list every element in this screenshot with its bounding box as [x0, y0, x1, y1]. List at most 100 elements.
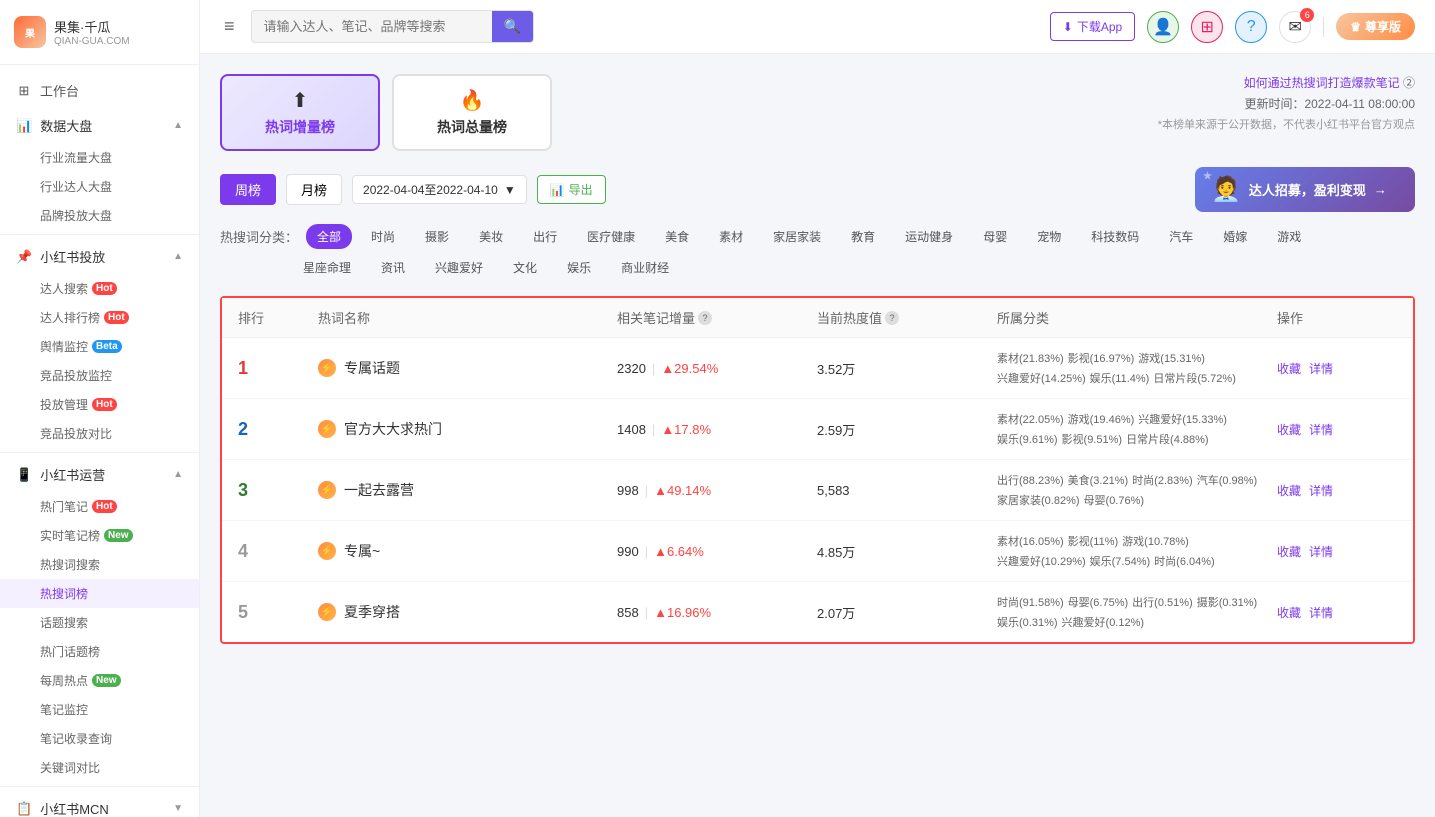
cat-fashion[interactable]: 时尚 [360, 224, 406, 249]
vip-button[interactable]: ♛ 尊享版 [1336, 13, 1415, 40]
logo-icon: 果 [14, 16, 46, 48]
sidebar-item-kol-rank[interactable]: 达人排行榜 Hot [0, 303, 199, 332]
mail-icon-btn[interactable]: ✉ 6 [1279, 11, 1311, 43]
col-keyword: 热词名称 [318, 308, 617, 327]
cat-beauty[interactable]: 美妆 [468, 224, 514, 249]
keyword-text[interactable]: 专属话题 [344, 358, 400, 378]
sidebar-item-keyword-compare[interactable]: 关键词对比 [0, 753, 199, 782]
cat-hobby[interactable]: 兴趣爱好 [424, 255, 494, 280]
sidebar-item-weekly-hot[interactable]: 每周热点 New [0, 666, 199, 695]
sidebar-item-industry-kol[interactable]: 行业达人大盘 [0, 172, 199, 201]
download-icon: ⬇ [1063, 20, 1073, 34]
cat-entertain[interactable]: 娱乐 [556, 255, 602, 280]
tab-hot-total[interactable]: 🔥 热词总量榜 [392, 74, 552, 151]
apps-icon-btn[interactable]: ⊞ [1191, 11, 1223, 43]
search-button[interactable]: 🔍 [492, 11, 533, 42]
sidebar-item-hot-search[interactable]: 热搜词搜索 [0, 550, 199, 579]
keyword-icon: ⚡ [318, 603, 336, 621]
sidebar-item-hot-topic[interactable]: 热门话题榜 [0, 637, 199, 666]
date-range-select[interactable]: 2022-04-04至2022-04-10 ▼ [352, 175, 527, 204]
sidebar: 果 果集·千瓜 QIAN-GUA.COM ⊞ 工作台 📊 数据大盘 ▲ 行业流量… [0, 0, 200, 817]
collect-btn[interactable]: 收藏 [1277, 604, 1301, 621]
keyword-text[interactable]: 专属~ [344, 541, 380, 561]
cat-news[interactable]: 资讯 [370, 255, 416, 280]
cat-all[interactable]: 全部 [306, 224, 352, 249]
keyword-icon: ⚡ [318, 359, 336, 377]
collect-btn[interactable]: 收藏 [1277, 360, 1301, 377]
sidebar-item-hot-note[interactable]: 热门笔记 Hot [0, 492, 199, 521]
sidebar-item-realtime-note[interactable]: 实时笔记榜 New [0, 521, 199, 550]
sidebar-item-xhs-mcn[interactable]: 📋 小红书MCN ▼ [0, 791, 199, 817]
page-content: ⬆ 热词增量榜 🔥 热词总量榜 如何通过热搜词打造爆款笔记 ② 更新时间：202… [200, 54, 1435, 817]
cat-health[interactable]: 医疗健康 [576, 224, 646, 249]
sidebar-item-sentiment[interactable]: 舆情监控 Beta [0, 332, 199, 361]
detail-btn[interactable]: 详情 [1309, 421, 1333, 438]
keyword-text[interactable]: 夏季穿搭 [344, 602, 400, 622]
cat-pet[interactable]: 宠物 [1026, 224, 1072, 249]
collect-btn[interactable]: 收藏 [1277, 482, 1301, 499]
tags-cell: 出行(88.23%) 美食(3.21%) 时尚(2.83%) 汽车(0.98%)… [997, 472, 1277, 508]
crown-icon: ♛ [1350, 20, 1361, 34]
cat-tech[interactable]: 科技数码 [1080, 224, 1150, 249]
detail-btn[interactable]: 详情 [1309, 543, 1333, 560]
help-link[interactable]: 如何通过热搜词打造爆款笔记 [1244, 76, 1400, 90]
export-button[interactable]: 📊 导出 [537, 175, 606, 204]
period-month-btn[interactable]: 月榜 [286, 174, 342, 205]
cat-business[interactable]: 商业财经 [610, 255, 680, 280]
tab-hot-increase[interactable]: ⬆ 热词增量榜 [220, 74, 380, 151]
sidebar-item-topic-search[interactable]: 话题搜索 [0, 608, 199, 637]
sidebar-item-xhs-ops[interactable]: 📱 小红书运营 ▲ [0, 457, 199, 492]
new-badge: New [104, 529, 133, 542]
sidebar-item-hot-search-rank[interactable]: 热搜词榜 [0, 579, 199, 608]
search-input[interactable] [252, 13, 492, 40]
promo-banner[interactable]: 🧑‍💼 达人招募，盈利变现 → [1195, 167, 1415, 212]
table-row: 2 ⚡ 官方大大求热门 1408 | ▲17.8% 2.59万 素材(22.05… [222, 399, 1413, 460]
sidebar-item-note-collection[interactable]: 笔记收录查询 [0, 724, 199, 753]
keyword-icon: ⚡ [318, 481, 336, 499]
hamburger-btn[interactable]: ≡ [220, 12, 239, 41]
rank-number: 1 [238, 358, 318, 379]
keyword-text[interactable]: 一起去露营 [344, 480, 414, 500]
sidebar-item-kol-search[interactable]: 达人搜索 Hot [0, 274, 199, 303]
help-icon-btn[interactable]: ? [1235, 11, 1267, 43]
detail-btn[interactable]: 详情 [1309, 360, 1333, 377]
download-app-button[interactable]: ⬇ 下载App [1050, 12, 1135, 41]
collect-btn[interactable]: 收藏 [1277, 421, 1301, 438]
sidebar-item-note-monitor[interactable]: 笔记监控 [0, 695, 199, 724]
table-row: 1 ⚡ 专属话题 2320 | ▲29.54% 3.52万 素材(21.83%)… [222, 338, 1413, 399]
detail-btn[interactable]: 详情 [1309, 482, 1333, 499]
cat-photo[interactable]: 摄影 [414, 224, 460, 249]
heat-help-icon[interactable]: ? [885, 311, 899, 325]
cat-game[interactable]: 游戏 [1266, 224, 1312, 249]
cat-home[interactable]: 家居家装 [762, 224, 832, 249]
cat-material[interactable]: 素材 [708, 224, 754, 249]
category-row2: 星座命理 资讯 兴趣爱好 文化 娱乐 商业财经 [220, 255, 1415, 280]
hot-badge: Hot [92, 500, 117, 513]
cat-travel[interactable]: 出行 [522, 224, 568, 249]
sidebar-item-xhs-invest[interactable]: 📌 小红书投放 ▲ [0, 239, 199, 274]
cat-edu[interactable]: 教育 [840, 224, 886, 249]
increase-icon: ⬆ [242, 88, 358, 113]
cat-food[interactable]: 美食 [654, 224, 700, 249]
expand-arrow: ▲ [173, 120, 183, 131]
period-week-btn[interactable]: 周榜 [220, 174, 276, 205]
sidebar-item-compete-compare[interactable]: 竞品投放对比 [0, 419, 199, 448]
sidebar-item-data-dashboard[interactable]: 📊 数据大盘 ▲ [0, 108, 199, 143]
cat-culture[interactable]: 文化 [502, 255, 548, 280]
keyword-icon: ⚡ [318, 542, 336, 560]
growth-help-icon[interactable]: ? [698, 311, 712, 325]
sidebar-item-invest-manage[interactable]: 投放管理 Hot [0, 390, 199, 419]
sidebar-item-brand-invest[interactable]: 品牌投放大盘 [0, 201, 199, 230]
cat-sports[interactable]: 运动健身 [894, 224, 964, 249]
sidebar-item-workbench[interactable]: ⊞ 工作台 [0, 73, 199, 108]
cat-astro[interactable]: 星座命理 [292, 255, 362, 280]
cat-car[interactable]: 汽车 [1158, 224, 1204, 249]
sidebar-item-compete-monitor[interactable]: 竞品投放监控 [0, 361, 199, 390]
collect-btn[interactable]: 收藏 [1277, 543, 1301, 560]
detail-btn[interactable]: 详情 [1309, 604, 1333, 621]
user-icon-btn[interactable]: 👤 [1147, 11, 1179, 43]
keyword-text[interactable]: 官方大大求热门 [344, 419, 442, 439]
cat-baby[interactable]: 母婴 [972, 224, 1018, 249]
cat-wedding[interactable]: 婚嫁 [1212, 224, 1258, 249]
sidebar-item-industry-flow[interactable]: 行业流量大盘 [0, 143, 199, 172]
